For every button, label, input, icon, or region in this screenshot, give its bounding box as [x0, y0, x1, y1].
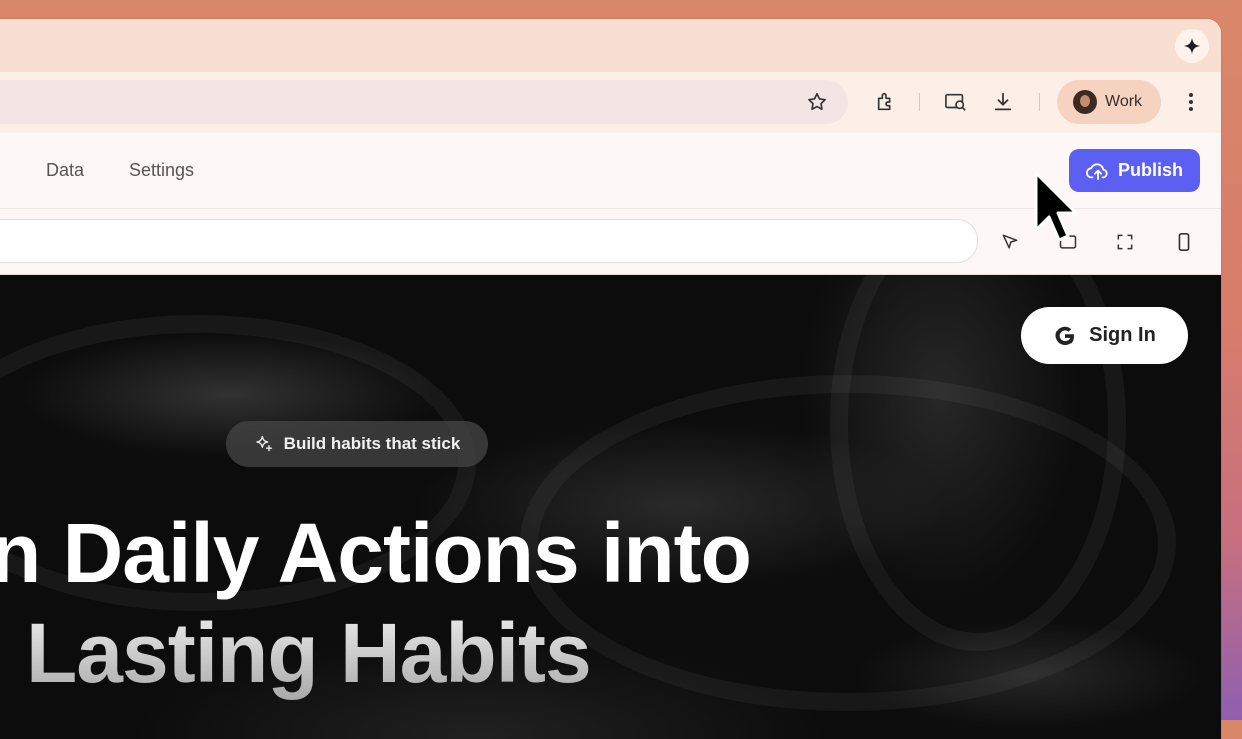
mobile-icon[interactable] [1173, 231, 1195, 253]
avatar [1073, 90, 1097, 114]
mouse-cursor-icon [1032, 170, 1080, 244]
sign-in-button[interactable]: Sign In [1021, 307, 1188, 364]
sparkle-icon [1183, 37, 1201, 55]
sparkles-icon [254, 434, 274, 454]
hero-heading-line2: Lasting Habits [26, 605, 591, 702]
tab-search-icon[interactable] [943, 89, 969, 115]
fullscreen-icon[interactable] [1114, 231, 1136, 253]
browser-toolbar: Work [0, 72, 1221, 133]
cloud-upload-icon [1086, 161, 1110, 181]
toolbar-divider [1039, 93, 1040, 111]
site-preview: Sign In Build habits that stick n Daily … [0, 275, 1221, 739]
hero-badge: Build habits that stick [226, 421, 488, 467]
sign-in-label: Sign In [1089, 324, 1156, 347]
address-bar[interactable] [0, 80, 848, 124]
extensions-icon[interactable] [873, 89, 899, 115]
google-icon [1053, 324, 1077, 348]
gemini-button[interactable] [1175, 29, 1209, 63]
toolbar-divider [919, 93, 920, 111]
hero-badge-label: Build habits that stick [284, 434, 461, 454]
star-icon[interactable] [806, 91, 828, 113]
profile-button[interactable]: Work [1057, 80, 1161, 124]
more-vert-icon[interactable] [1178, 89, 1204, 115]
hero-heading-line1: n Daily Actions into [0, 505, 751, 602]
download-icon[interactable] [990, 89, 1016, 115]
browser-window: Work e Data Settings Publish [0, 19, 1221, 739]
tab-strip [0, 19, 1221, 72]
publish-label: Publish [1118, 160, 1183, 181]
nav-item-settings[interactable]: Settings [129, 160, 194, 181]
cursor-select-icon[interactable] [999, 231, 1021, 253]
preview-url-field[interactable] [0, 219, 978, 263]
nav-item-data[interactable]: Data [46, 160, 84, 181]
profile-label: Work [1105, 93, 1142, 111]
publish-button[interactable]: Publish [1069, 149, 1200, 192]
